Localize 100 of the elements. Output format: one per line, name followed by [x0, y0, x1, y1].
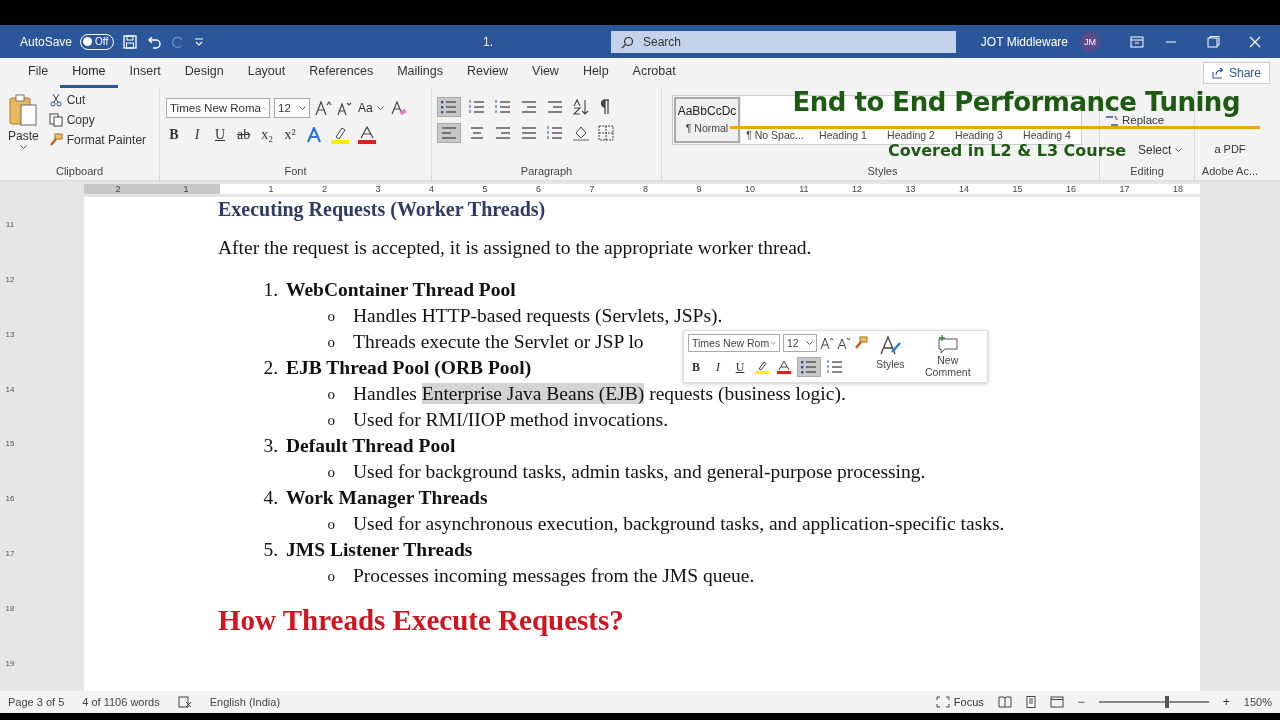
web-layout-icon[interactable] [1049, 696, 1064, 708]
font-style-button[interactable]: x² [282, 126, 299, 144]
banner-subtitle: Covered in L2 & L3 Course [888, 142, 1126, 159]
ribbon-display-icon[interactable] [1130, 35, 1144, 48]
print-layout-icon[interactable] [1023, 696, 1038, 708]
decrease-indent-icon[interactable] [520, 99, 538, 115]
replace-button[interactable]: Replace [1106, 115, 1188, 126]
font-size-field[interactable]: 12 [783, 334, 817, 352]
ribbon-tab[interactable]: References [297, 58, 386, 88]
clear-formatting-icon[interactable] [389, 100, 408, 116]
font-style-button[interactable]: B [688, 358, 704, 376]
pilcrow-icon[interactable] [598, 99, 610, 115]
list-number: 1. [263, 278, 278, 302]
ruler-label: 9 [695, 184, 702, 194]
font-style-button[interactable]: I [710, 358, 726, 376]
paintbrush-icon [48, 133, 63, 147]
focus-icon [935, 696, 950, 708]
style-item[interactable]: ¶ No Spac... [741, 129, 809, 144]
ribbon-tab[interactable]: Help [570, 58, 621, 88]
ribbon-tab[interactable]: Review [455, 58, 520, 88]
grow-font-icon[interactable] [314, 100, 332, 116]
line-spacing-icon[interactable] [546, 125, 564, 141]
font-name-field[interactable]: Times New Roma [166, 98, 270, 118]
multilevel-list-icon[interactable] [494, 99, 512, 115]
justify-icon[interactable] [520, 125, 538, 141]
list-number: 3. [263, 434, 278, 458]
style-item[interactable]: Heading 1 [809, 129, 877, 144]
zoom-in-button[interactable]: + [1220, 694, 1232, 710]
select-button[interactable]: Select [1136, 142, 1188, 158]
language-indicator[interactable]: English (India) [209, 696, 281, 708]
customize-icon[interactable] [194, 36, 205, 47]
list-item-text: Used for RMI/IIOP method invocations. [353, 408, 669, 432]
ribbon-tab[interactable]: Design [172, 58, 236, 88]
font-color-icon[interactable] [357, 126, 378, 144]
ruler-label: 3 [374, 184, 381, 194]
zoom-out-button[interactable]: − [1075, 694, 1087, 710]
read-mode-icon[interactable] [997, 696, 1012, 708]
cut-button[interactable]: Cut [46, 92, 149, 108]
shading-icon[interactable] [572, 125, 590, 141]
ribbon-tab[interactable]: Acrobat [620, 58, 688, 88]
style-item[interactable]: AaBbCcDc ¶ Normal [673, 96, 741, 144]
ruler-label: 5 [481, 184, 488, 194]
paste-button[interactable]: Paste [6, 92, 41, 165]
ribbon-tab[interactable]: Mailings [385, 58, 455, 88]
replace-icon [1106, 115, 1118, 126]
numbering-icon[interactable] [826, 359, 844, 375]
ribbon-tab[interactable]: View [520, 58, 571, 88]
bullet-mark: o [327, 333, 335, 352]
zoom-thumb[interactable] [1164, 696, 1169, 708]
search-field[interactable]: Search [611, 30, 956, 53]
document-title[interactable]: 1. [483, 34, 493, 49]
ruler-label: 19 [5, 658, 15, 668]
style-item[interactable]: Heading 4 [1013, 129, 1081, 144]
highlighter-icon[interactable] [330, 126, 351, 144]
zoom-level[interactable]: 150% [1243, 696, 1272, 708]
word-count[interactable]: 4 of 1106 words [82, 696, 160, 708]
ribbon-tab[interactable]: Layout [235, 58, 298, 88]
shrink-font-icon[interactable] [336, 100, 352, 116]
style-item[interactable]: Heading 3 [945, 129, 1013, 144]
list-item-title: WebContainer Thread Pool [286, 278, 516, 302]
borders-icon[interactable] [598, 125, 614, 141]
create-pdf-button[interactable]: a PDF [1212, 142, 1248, 156]
grow-font-icon[interactable] [820, 336, 834, 350]
ruler-label: 8 [642, 184, 648, 194]
focus-button[interactable]: Focus [933, 695, 986, 709]
increase-indent-icon[interactable] [546, 99, 564, 115]
font-style-button[interactable]: B [166, 126, 182, 144]
share-button[interactable]: Share [1202, 62, 1270, 84]
ruler-label: 11 [798, 184, 809, 194]
new-comment-button[interactable]: New Comment [912, 334, 983, 379]
highlighter-icon[interactable] [754, 360, 770, 374]
paintbrush-icon[interactable] [854, 336, 868, 350]
ribbon-tab[interactable]: File [16, 58, 61, 88]
format-painter-button[interactable]: Format Painter [46, 132, 149, 148]
shrink-font-icon[interactable] [837, 336, 851, 350]
font-style-button[interactable]: I [189, 126, 205, 144]
group-label: Paragraph [519, 165, 574, 179]
numbering-icon[interactable] [468, 99, 486, 115]
font-color-icon[interactable] [776, 360, 792, 374]
proofing-icon[interactable] [177, 696, 192, 708]
page-count[interactable]: Page 3 of 5 [8, 696, 65, 708]
sort-icon[interactable] [572, 99, 590, 115]
save-icon[interactable] [122, 33, 139, 50]
font-style-button[interactable]: U [732, 358, 748, 376]
change-case-button[interactable]: Aa [356, 100, 386, 116]
font-style-button[interactable]: U [212, 126, 228, 144]
style-item[interactable]: Heading 2 [877, 129, 945, 144]
font-style-button[interactable]: x₂ [259, 126, 276, 144]
ribbon-tab[interactable]: Insert [117, 58, 173, 88]
text-effects-icon[interactable] [305, 127, 324, 143]
ruler-label: 12 [5, 274, 15, 284]
font-style-button[interactable]: ab [235, 126, 253, 144]
share-icon [1211, 67, 1224, 79]
align-right-icon[interactable] [494, 125, 512, 141]
user-avatar[interactable]: JM [1080, 31, 1100, 52]
font-name-field[interactable]: Times New Rom [688, 334, 780, 352]
styles-button[interactable]: Styles [874, 334, 907, 379]
copy-button[interactable]: Copy [46, 112, 149, 128]
font-size-field[interactable]: 12 [274, 98, 310, 118]
align-center-icon[interactable] [468, 125, 486, 141]
